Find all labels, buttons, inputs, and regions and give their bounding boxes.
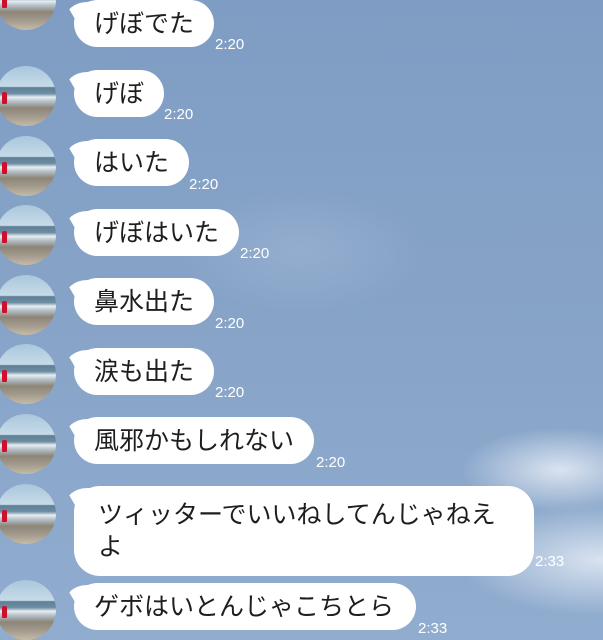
message-time: 2:20 — [215, 315, 245, 332]
avatar[interactable] — [0, 414, 56, 474]
message-bubble[interactable]: はいた — [74, 139, 189, 186]
avatar[interactable] — [0, 0, 56, 30]
message-bubble[interactable]: げぼでた — [74, 0, 214, 47]
chat-thread[interactable]: げぼでた 2:20 げぼ 2:20 はいた 2:20 げぼはいた 2:20 鼻水… — [0, 0, 603, 640]
avatar[interactable] — [0, 484, 56, 544]
avatar-person — [2, 0, 7, 8]
message-bubble[interactable]: 涙も出た — [74, 348, 214, 395]
message-time: 2:33 — [535, 553, 565, 570]
message-time: 2:33 — [418, 620, 448, 637]
avatar-person — [2, 162, 7, 174]
message-time: 2:20 — [215, 36, 245, 53]
message-time: 2:20 — [189, 176, 219, 193]
message-bubble[interactable]: 鼻水出た — [74, 278, 214, 325]
message-bubble[interactable]: ツィッターでいいねしてんじゃねえよ — [74, 486, 534, 576]
avatar[interactable] — [0, 580, 56, 640]
message-bubble[interactable]: 風邪かもしれない — [74, 417, 314, 464]
avatar-person — [2, 92, 7, 104]
avatar[interactable] — [0, 136, 56, 196]
avatar-person — [2, 301, 7, 313]
avatar[interactable] — [0, 344, 56, 404]
avatar-person — [2, 510, 7, 522]
avatar-person — [2, 440, 7, 452]
avatar-person — [2, 370, 7, 382]
avatar-person — [2, 606, 7, 618]
avatar-person — [2, 231, 7, 243]
message-time: 2:20 — [240, 245, 270, 262]
avatar[interactable] — [0, 66, 56, 126]
message-bubble[interactable]: げぼ — [74, 70, 164, 117]
message-time: 2:20 — [215, 384, 245, 401]
message-time: 2:20 — [316, 454, 346, 471]
avatar[interactable] — [0, 205, 56, 265]
message-bubble[interactable]: ゲボはいとんじゃこちとら — [74, 583, 416, 630]
message-time: 2:20 — [164, 106, 194, 123]
message-bubble[interactable]: げぼはいた — [74, 209, 239, 256]
avatar[interactable] — [0, 275, 56, 335]
